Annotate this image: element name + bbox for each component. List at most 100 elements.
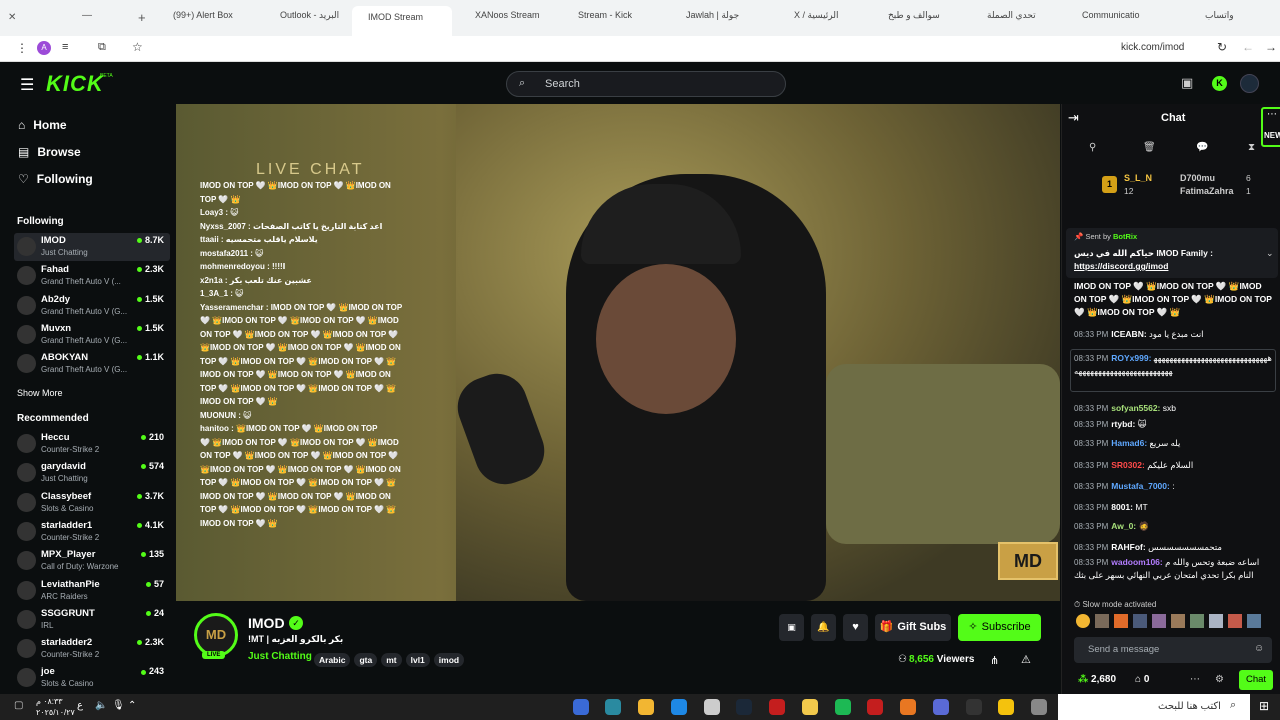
file-explorer-icon[interactable] <box>802 699 818 715</box>
browser-tab[interactable]: Jawlah | جولة <box>686 10 774 28</box>
chat-options-button[interactable]: ⋯ <box>1261 107 1280 147</box>
browser-tab[interactable]: (99+) Alert Box <box>173 10 261 28</box>
browser-tab[interactable]: سوالف و طبخ <box>888 10 976 28</box>
channel-item[interactable]: Ab2dy Grand Theft Auto V (G... 1.5K <box>14 292 170 320</box>
browser-tab[interactable]: IMOD Stream <box>352 6 452 36</box>
browser-tab[interactable]: واتساب <box>1205 10 1275 28</box>
emoji-icon[interactable]: ☺ <box>1254 643 1264 654</box>
app-icon-5[interactable] <box>704 699 720 715</box>
theater-mode-icon[interactable]: ▣ <box>1181 75 1193 91</box>
browser-tab[interactable]: X / الرئيسية <box>794 10 882 28</box>
nav-following[interactable]: ♡ Following <box>18 172 93 186</box>
follow-button[interactable]: ♥ <box>843 614 868 641</box>
gift-subs-button[interactable]: 🎁 Gift Subs <box>875 614 951 641</box>
channel-points[interactable]: ⁂ 2,680 <box>1078 674 1116 685</box>
leader-1-name[interactable]: S_L_N <box>1124 173 1152 183</box>
app-icon-3[interactable] <box>638 699 654 715</box>
chat-username[interactable]: SR0302: <box>1111 460 1145 470</box>
channel-item[interactable]: starladder1 Counter-Strike 2 4.1K <box>14 518 170 546</box>
chat-mentions-icon[interactable]: ⋯ <box>1190 674 1200 685</box>
taskbar-search[interactable]: اكتب هنا للبحث ⌕ <box>1058 694 1250 720</box>
chat-username[interactable]: rtybd: <box>1111 419 1135 429</box>
channel-item[interactable]: starladder2 Counter-Strike 2 2.3K <box>14 635 170 663</box>
app-icon-2[interactable] <box>605 699 621 715</box>
window-minimize-icon[interactable]: — <box>82 10 92 21</box>
notification-button[interactable]: 🔔 <box>811 614 836 641</box>
share-icon[interactable]: ⋔ <box>990 654 999 667</box>
chrome-icon[interactable] <box>998 699 1014 715</box>
chat-bubble-icon[interactable]: 💬 <box>1196 142 1208 153</box>
forward-icon[interactable]: → <box>1265 40 1277 54</box>
browser-tab[interactable]: XANoos Stream <box>475 10 563 28</box>
channel-item[interactable]: LeviathanPie ARC Raiders 57 <box>14 577 170 605</box>
chat-username[interactable]: Hamad6: <box>1111 438 1147 448</box>
clip-button[interactable]: ▣ <box>779 614 804 641</box>
chat-username[interactable]: wadoom106: <box>1111 557 1163 567</box>
pin-icon[interactable]: ⚲ <box>1089 142 1096 153</box>
channel-name[interactable]: IMOD <box>248 615 285 631</box>
chat-username[interactable]: sofyan5562: <box>1111 403 1160 413</box>
show-more-link[interactable]: Show More <box>17 388 63 398</box>
stream-tag[interactable]: gta <box>354 653 378 667</box>
nav-home[interactable]: ⌂ Home <box>18 118 67 132</box>
app-icon-7[interactable] <box>769 699 785 715</box>
tray-chevron-icon[interactable]: ⌃ <box>128 700 136 711</box>
trash-icon[interactable]: 🗑 <box>1143 142 1156 153</box>
window-close-icon[interactable]: ✕ <box>8 12 16 23</box>
spotify-icon[interactable] <box>835 699 851 715</box>
channel-item[interactable]: MPX_Player Call of Duty: Warzone 135 <box>14 547 170 575</box>
edge-icon[interactable] <box>671 699 687 715</box>
app-icon-15[interactable] <box>1031 699 1047 715</box>
chat-input[interactable]: Send a message ☺ <box>1074 637 1272 663</box>
app-icon-11[interactable] <box>900 699 916 715</box>
user-avatar[interactable] <box>1240 74 1259 93</box>
app-icon-12[interactable] <box>933 699 949 715</box>
hourglass-icon[interactable]: ⧗ <box>1248 142 1255 153</box>
leader-2-name[interactable]: D700mu <box>1180 173 1215 183</box>
screenshot-icon[interactable]: ⧉ <box>98 41 106 54</box>
channel-item[interactable]: joe Slots & Casino 243 <box>14 664 170 692</box>
search-input[interactable]: ⌕ Search <box>506 71 786 97</box>
volume-icon[interactable]: 🔈 <box>95 700 107 711</box>
channel-item[interactable]: ABOKYAN Grand Theft Auto V (G... 1.1K <box>14 350 170 378</box>
menu-dots-icon[interactable]: ⋮ <box>16 41 28 55</box>
app-icon-10[interactable] <box>867 699 883 715</box>
chat-username[interactable]: 8001: <box>1111 502 1133 512</box>
emote-4[interactable] <box>1133 614 1147 628</box>
emote-7[interactable] <box>1190 614 1204 628</box>
emote-5[interactable] <box>1152 614 1166 628</box>
taskbar-clock[interactable]: ٠٨:٣٣ م ٢٠٢٥/١٠/٢٧ <box>36 696 75 718</box>
profile-icon[interactable]: A <box>37 41 51 55</box>
stream-tag[interactable]: lvl1 <box>405 653 430 667</box>
stream-tag[interactable]: mt <box>381 653 402 667</box>
emote-1[interactable] <box>1076 614 1090 628</box>
browser-tab[interactable]: Communicatio <box>1082 10 1170 28</box>
collapse-chat-icon[interactable]: ⇥ <box>1068 110 1079 126</box>
kick-k-icon[interactable]: K <box>1212 76 1227 91</box>
chat-username[interactable]: Aw_0: <box>1111 521 1136 531</box>
extensions-icon[interactable]: ≡ <box>62 41 68 53</box>
channel-item[interactable]: SSGGRUNT IRL 24 <box>14 606 170 634</box>
pinned-link[interactable]: https://discord.gg/imod <box>1074 261 1168 271</box>
gift-counter[interactable]: ⌂ 0 <box>1135 674 1149 685</box>
reload-icon[interactable]: ↻ <box>1217 40 1227 54</box>
steam-icon[interactable] <box>736 699 752 715</box>
emote-2[interactable] <box>1095 614 1109 628</box>
send-chat-button[interactable]: Chat <box>1239 670 1273 690</box>
browser-tab[interactable]: تحدي الصملة <box>987 10 1075 28</box>
stream-category[interactable]: Just Chatting <box>248 651 312 662</box>
stream-tag[interactable]: imod <box>433 653 465 667</box>
channel-item[interactable]: garydavid Just Chatting 574 <box>14 459 170 487</box>
chat-settings-icon[interactable]: ⚙ <box>1215 674 1224 685</box>
bookmark-star-icon[interactable]: ☆ <box>132 40 143 54</box>
emote-9[interactable] <box>1228 614 1242 628</box>
pinned-by-user[interactable]: BotRix <box>1113 232 1137 241</box>
browser-tab[interactable]: Stream - Kick <box>578 10 666 28</box>
new-tab-icon[interactable]: + <box>138 10 146 25</box>
app-icon-1[interactable] <box>573 699 589 715</box>
emote-3[interactable] <box>1114 614 1128 628</box>
nav-browse[interactable]: ▤ Browse <box>18 145 81 159</box>
back-icon[interactable]: ← <box>1242 40 1254 54</box>
channel-item[interactable]: Fahad Grand Theft Auto V (... 2.3K <box>14 262 170 290</box>
chat-username[interactable]: ICEABN: <box>1111 329 1146 339</box>
